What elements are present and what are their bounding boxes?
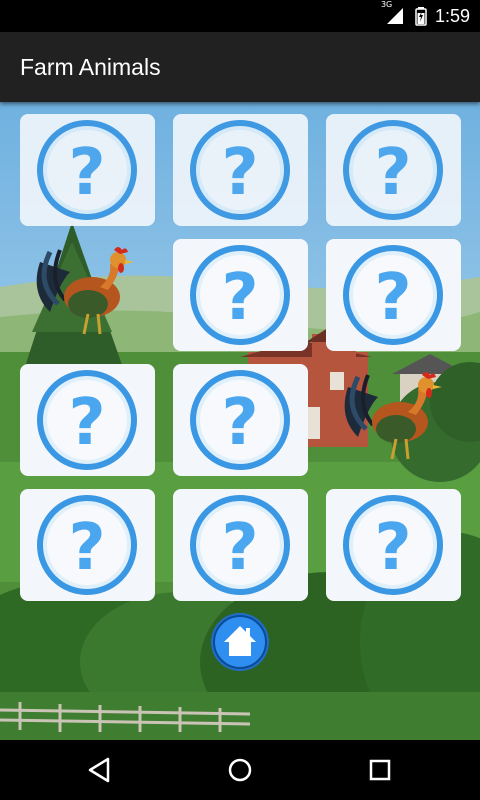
memory-card-5[interactable]: ? xyxy=(173,239,308,351)
memory-card-6[interactable]: ? xyxy=(326,239,461,351)
memory-card-1[interactable]: ? xyxy=(20,114,155,226)
question-mark-icon: ? xyxy=(343,120,443,220)
memory-card-11[interactable]: ? xyxy=(173,489,308,601)
status-bar: 3G 1:59 xyxy=(0,0,480,32)
svg-text:?: ? xyxy=(68,136,105,210)
signal-icon: 3G xyxy=(380,0,407,32)
question-mark-icon: ? xyxy=(190,245,290,345)
svg-text:?: ? xyxy=(68,386,105,460)
question-mark-icon: ? xyxy=(190,370,290,470)
svg-text:?: ? xyxy=(68,511,105,585)
svg-text:?: ? xyxy=(374,511,411,585)
svg-text:?: ? xyxy=(374,261,411,335)
rooster-card-1[interactable] xyxy=(30,242,140,342)
question-mark-icon: ? xyxy=(37,370,137,470)
memory-card-12[interactable]: ? xyxy=(326,489,461,601)
app-bar: Farm Animals xyxy=(0,32,480,102)
svg-text:?: ? xyxy=(221,511,258,585)
memory-card-10[interactable]: ? xyxy=(20,489,155,601)
network-type: 3G xyxy=(380,0,393,9)
home-circle-icon[interactable] xyxy=(200,740,280,800)
svg-text:?: ? xyxy=(221,136,258,210)
memory-card-3[interactable]: ? xyxy=(326,114,461,226)
back-icon[interactable] xyxy=(60,740,140,800)
battery-icon xyxy=(415,0,427,32)
memory-card-2[interactable]: ? xyxy=(173,114,308,226)
home-button[interactable] xyxy=(210,612,270,672)
system-nav-bar xyxy=(0,740,480,800)
status-icons: 3G 1:59 xyxy=(380,0,470,32)
question-mark-icon: ? xyxy=(343,495,443,595)
memory-card-7[interactable]: ? xyxy=(20,364,155,476)
question-mark-icon: ? xyxy=(190,120,290,220)
question-mark-icon: ? xyxy=(343,245,443,345)
recents-icon[interactable] xyxy=(340,740,420,800)
rooster-card-2[interactable] xyxy=(338,367,448,467)
question-mark-icon: ? xyxy=(190,495,290,595)
svg-text:?: ? xyxy=(374,136,411,210)
status-time: 1:59 xyxy=(434,5,470,26)
svg-text:?: ? xyxy=(221,261,258,335)
question-mark-icon: ? xyxy=(37,120,137,220)
game-board: ? ? ? ? ? ? ? ? ? ? xyxy=(0,102,480,740)
memory-card-8[interactable]: ? xyxy=(173,364,308,476)
svg-text:?: ? xyxy=(221,386,258,460)
app-title: Farm Animals xyxy=(20,54,161,80)
question-mark-icon: ? xyxy=(37,495,137,595)
